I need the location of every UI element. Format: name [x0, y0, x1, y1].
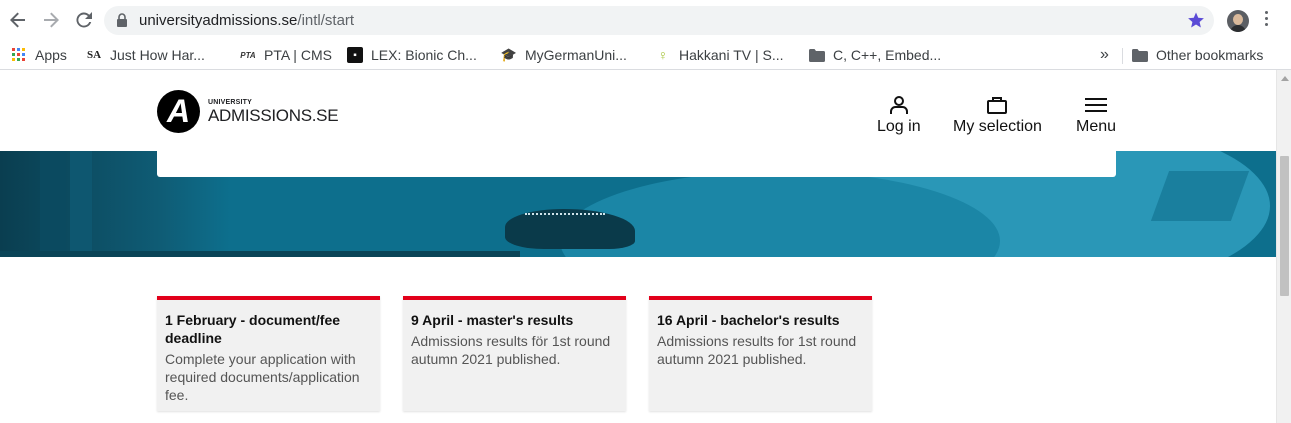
card-title: 9 April - master's results: [411, 312, 574, 328]
deadline-card[interactable]: 1 February - document/fee deadline Compl…: [157, 296, 380, 411]
card-text: Admissions results for 1st round autumn …: [657, 333, 857, 367]
other-bookmarks-folder[interactable]: Other bookmarks: [1132, 45, 1263, 65]
bookmark-star-icon[interactable]: [1187, 11, 1205, 29]
bookmarks-bar: Apps SA Just How Har... PTA PTA | CMS ▪ …: [0, 40, 1291, 69]
bookmark-pta-cms[interactable]: PTA PTA | CMS: [240, 45, 332, 65]
sa-favicon: SA: [86, 49, 102, 61]
bookmarks-divider: [1122, 48, 1123, 64]
browser-menu-icon[interactable]: [1263, 11, 1269, 29]
login-button[interactable]: Log in: [877, 95, 921, 136]
search-panel: [157, 151, 1116, 177]
graduate-favicon: 🎓: [500, 47, 518, 62]
scrollbar-thumb[interactable]: [1280, 156, 1289, 296]
reload-icon: [76, 12, 92, 28]
reload-button[interactable]: [72, 8, 96, 32]
bookmark-hakkani-tv[interactable]: ♀ Hakkani TV | S...: [655, 45, 784, 65]
masters-results-card[interactable]: 9 April - master's results Admissions re…: [403, 296, 626, 411]
logo-wordmark: UNIVERSITY ADMISSIONS.SE: [208, 99, 339, 125]
menu-button[interactable]: Menu: [1076, 95, 1116, 136]
user-icon: [889, 96, 908, 114]
site-logo[interactable]: A UNIVERSITY ADMISSIONS.SE: [157, 90, 339, 133]
lock-icon: [117, 13, 127, 27]
page-scrollbar[interactable]: [1276, 70, 1291, 423]
menu-label: Menu: [1076, 118, 1117, 135]
card-title: 1 February - document/fee deadline: [165, 312, 341, 346]
folder-icon: [1132, 47, 1148, 63]
forward-button[interactable]: [39, 8, 63, 32]
bookmarks-overflow-button[interactable]: »: [1100, 45, 1109, 65]
browser-toolbar: universityadmissions.se/intl/start: [0, 0, 1291, 40]
login-label: Log in: [877, 118, 921, 135]
apps-grid-icon: [11, 47, 27, 63]
site-header: A UNIVERSITY ADMISSIONS.SE Log in My sel…: [0, 70, 1276, 151]
forward-arrow-icon: [44, 12, 59, 28]
bookmark-just-how-hard[interactable]: SA Just How Har...: [86, 45, 205, 65]
card-title: 16 April - bachelor's results: [657, 312, 840, 328]
my-selection-button[interactable]: My selection: [953, 95, 1042, 136]
card-text: Admissions results för 1st round autumn …: [411, 333, 611, 367]
bookmark-apps[interactable]: Apps: [11, 45, 67, 65]
news-cards: 1 February - document/fee deadline Compl…: [157, 296, 872, 411]
back-button[interactable]: [6, 8, 30, 32]
bookmark-lex[interactable]: ▪ LEX: Bionic Ch...: [347, 45, 477, 65]
hamburger-menu-icon: [1085, 98, 1108, 112]
card-text: Complete your application with required …: [165, 351, 360, 403]
pta-favicon: PTA: [240, 50, 256, 60]
profile-avatar[interactable]: [1227, 10, 1249, 32]
lex-favicon: ▪: [347, 47, 363, 63]
scroll-up-arrow-icon[interactable]: [1281, 76, 1289, 81]
page-viewport: A UNIVERSITY ADMISSIONS.SE Log in My sel…: [0, 70, 1276, 423]
bookmark-mygermanuni[interactable]: 🎓 MyGermanUni...: [501, 45, 627, 65]
folder-icon: [809, 47, 825, 63]
my-selection-label: My selection: [953, 118, 1042, 135]
back-arrow-icon: [10, 12, 25, 28]
url-text: universityadmissions.se/intl/start: [139, 12, 355, 29]
bachelors-results-card[interactable]: 16 April - bachelor's results Admissions…: [649, 296, 872, 411]
bookmark-folder-c-cpp[interactable]: C, C++, Embed...: [809, 45, 941, 65]
briefcase-icon: [987, 97, 1008, 114]
logo-mark: A: [157, 90, 200, 133]
address-bar[interactable]: universityadmissions.se/intl/start: [104, 6, 1214, 35]
hakkani-favicon: ♀: [657, 47, 669, 63]
